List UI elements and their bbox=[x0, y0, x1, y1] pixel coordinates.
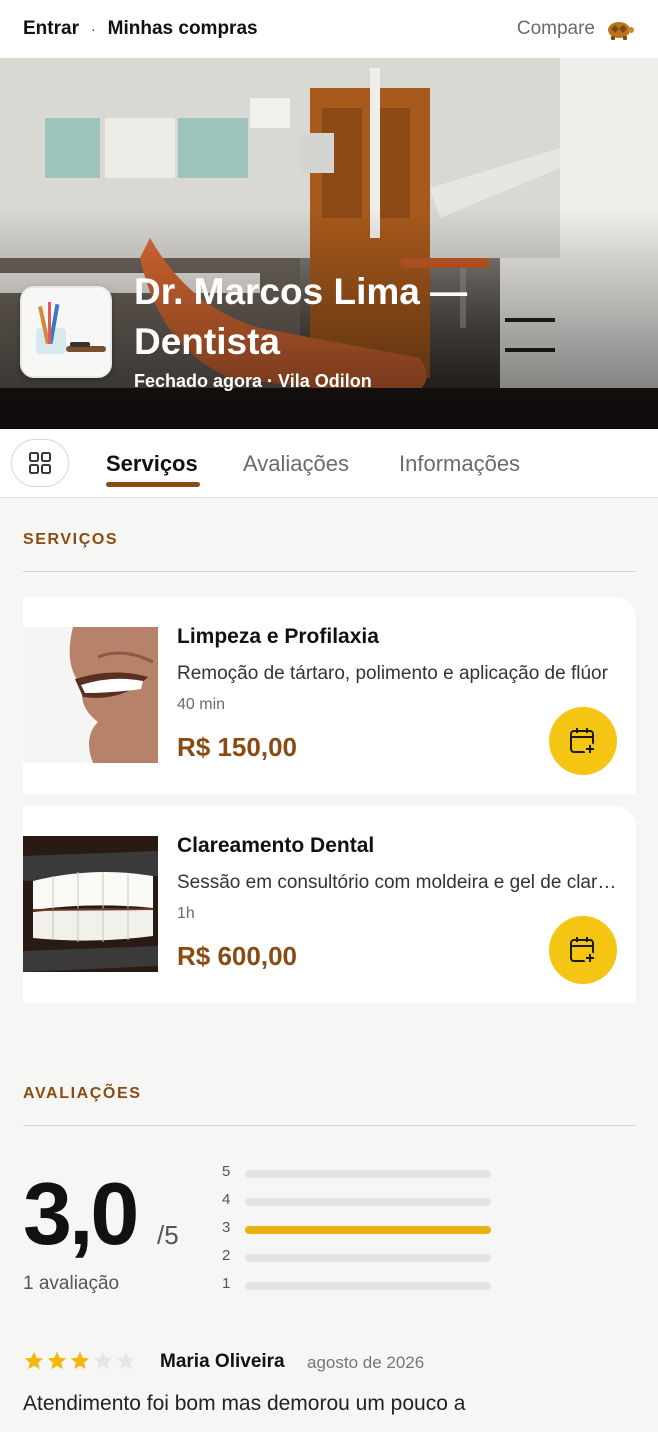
service-duration: 40 min bbox=[177, 696, 226, 713]
tab-avaliacoes[interactable]: Avaliações bbox=[243, 451, 349, 477]
rating-bar-label: 3 bbox=[222, 1219, 231, 1236]
turtle-icon[interactable] bbox=[605, 17, 635, 41]
service-card[interactable]: Clareamento Dental Sessão em consultório… bbox=[23, 806, 636, 1003]
rating-bar-row: 3 bbox=[222, 1218, 502, 1238]
book-button[interactable] bbox=[549, 916, 617, 984]
active-tab-indicator bbox=[106, 482, 200, 487]
review-author: Maria Oliveira bbox=[160, 1351, 285, 1372]
service-name: Limpeza e Profilaxia bbox=[177, 625, 379, 648]
hero-cover-image: Dr. Marcos Lima — Dentista Fechado agora… bbox=[0, 58, 658, 429]
calendar-plus-icon bbox=[570, 728, 596, 755]
separator: · bbox=[90, 21, 96, 37]
average-rating: 3,0 bbox=[23, 1164, 139, 1263]
book-button[interactable] bbox=[549, 707, 617, 775]
rating-bar-label: 4 bbox=[222, 1191, 231, 1208]
service-duration: 1h bbox=[177, 905, 195, 922]
rating-bar-label: 2 bbox=[222, 1247, 231, 1264]
tab-bar: Serviços Avaliações Informações bbox=[0, 429, 658, 498]
top-bar: Entrar · Minhas compras Compare bbox=[0, 0, 658, 58]
rating-bar-track bbox=[245, 1198, 491, 1206]
review-count: 1 avaliação bbox=[23, 1273, 120, 1294]
star-filled-icon bbox=[70, 1351, 90, 1370]
service-price: R$ 600,00 bbox=[177, 941, 297, 971]
star-filled-icon bbox=[24, 1351, 44, 1370]
review-text: Atendimento foi bom mas demorou um pouco… bbox=[23, 1392, 466, 1415]
rating-bar-label: 5 bbox=[222, 1163, 231, 1180]
rating-bar-row: 4 bbox=[222, 1190, 502, 1210]
business-logo bbox=[20, 286, 112, 378]
service-image bbox=[23, 836, 158, 972]
rating-bar-row: 2 bbox=[222, 1246, 502, 1266]
services-header: SERVIÇOS bbox=[23, 531, 119, 548]
service-name: Clareamento Dental bbox=[177, 834, 375, 857]
tab-servicos[interactable]: Serviços bbox=[106, 451, 198, 477]
rating-bar-track bbox=[245, 1170, 491, 1178]
service-description: Sessão em consultório com moldeira e gel… bbox=[177, 872, 621, 893]
service-card[interactable]: Limpeza e Profilaxia Remoção de tártaro,… bbox=[23, 597, 636, 794]
star-empty-icon bbox=[116, 1351, 136, 1370]
service-image bbox=[23, 627, 158, 763]
rating-bar-fill bbox=[245, 1226, 491, 1234]
calendar-plus-icon bbox=[570, 937, 596, 964]
rating-bar-label: 1 bbox=[222, 1275, 231, 1292]
star-empty-icon bbox=[93, 1351, 113, 1370]
rating-scale: /5 bbox=[157, 1220, 179, 1250]
business-name: Dr. Marcos Lima — Dentista bbox=[134, 271, 468, 362]
rating-bar-row: 5 bbox=[222, 1162, 502, 1182]
reviews-divider bbox=[23, 1125, 636, 1126]
service-price: R$ 150,00 bbox=[177, 732, 297, 762]
reviews-header: AVALIAÇÕES bbox=[23, 1085, 142, 1102]
login-link[interactable]: Entrar bbox=[23, 18, 79, 40]
rating-bar-row: 1 bbox=[222, 1274, 502, 1294]
star-filled-icon bbox=[47, 1351, 67, 1370]
services-divider bbox=[23, 571, 636, 572]
rating-bar-track bbox=[245, 1254, 491, 1262]
service-description: Remoção de tártaro, polimento e aplicaçã… bbox=[177, 663, 608, 684]
grid-icon bbox=[29, 452, 51, 474]
tab-informacoes[interactable]: Informações bbox=[399, 451, 520, 477]
rating-bar-track bbox=[245, 1226, 491, 1234]
compare-link[interactable]: Compare bbox=[517, 18, 595, 40]
my-purchases-link[interactable]: Minhas compras bbox=[108, 18, 258, 40]
grid-menu-button[interactable] bbox=[11, 439, 69, 487]
review-date: agosto de 2026 bbox=[307, 1353, 425, 1372]
review-stars bbox=[23, 1350, 137, 1374]
rating-bar-track bbox=[245, 1282, 491, 1290]
business-status: Fechado agora · Vila Odilon bbox=[134, 371, 372, 391]
